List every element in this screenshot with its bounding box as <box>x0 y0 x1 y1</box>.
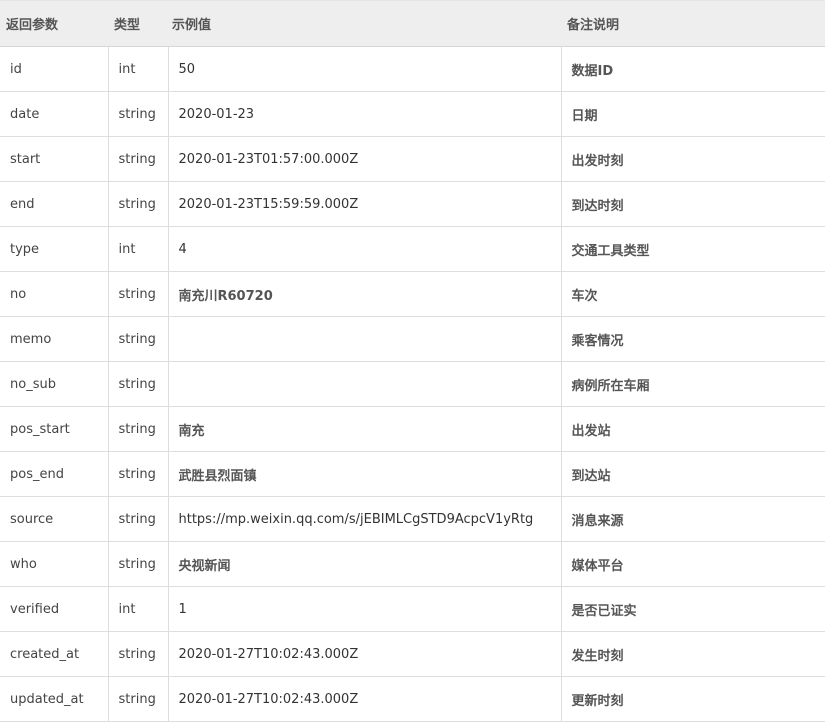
cell-param: no_sub <box>0 361 109 407</box>
cell-note: 车次 <box>560 271 825 317</box>
table-row: pos_start string 南充 出发站 <box>0 406 825 452</box>
table-header: 返回参数 类型 示例值 备注说明 <box>0 0 825 47</box>
cell-param: memo <box>0 316 109 362</box>
cell-type: string <box>107 496 169 542</box>
cell-note: 更新时刻 <box>560 676 825 722</box>
cell-example <box>167 361 562 407</box>
cell-example: 4 <box>167 226 562 272</box>
cell-param: created_at <box>0 631 109 677</box>
table-row: verified int 1 是否已证实 <box>0 586 825 632</box>
cell-param: type <box>0 226 109 272</box>
cell-example: 2020-01-27T10:02:43.000Z <box>167 676 562 722</box>
cell-example: 南充 <box>167 406 562 452</box>
cell-type: int <box>107 46 169 92</box>
cell-type: string <box>107 271 169 317</box>
cell-type: string <box>107 91 169 137</box>
header-row: 返回参数 类型 示例值 备注说明 <box>0 0 825 47</box>
cell-example: 武胜县烈面镇 <box>167 451 562 497</box>
table-row: created_at string 2020-01-27T10:02:43.00… <box>0 631 825 677</box>
cell-note: 日期 <box>560 91 825 137</box>
cell-type: string <box>107 676 169 722</box>
cell-type: string <box>107 181 169 227</box>
cell-param: verified <box>0 586 109 632</box>
table-row: who string 央视新闻 媒体平台 <box>0 541 825 587</box>
table-row: source string https://mp.weixin.qq.com/s… <box>0 496 825 542</box>
cell-note: 数据ID <box>560 46 825 92</box>
table-row: pos_end string 武胜县烈面镇 到达站 <box>0 451 825 497</box>
cell-type: string <box>107 541 169 587</box>
header-note: 备注说明 <box>561 0 825 47</box>
cell-example: 1 <box>167 586 562 632</box>
cell-param: start <box>0 136 109 182</box>
table-row: start string 2020-01-23T01:57:00.000Z 出发… <box>0 136 825 182</box>
cell-note: 是否已证实 <box>560 586 825 632</box>
cell-note: 到达站 <box>560 451 825 497</box>
cell-type: string <box>107 451 169 497</box>
cell-note: 出发站 <box>560 406 825 452</box>
cell-note: 媒体平台 <box>560 541 825 587</box>
cell-example: 2020-01-23T01:57:00.000Z <box>167 136 562 182</box>
cell-type: string <box>107 631 169 677</box>
cell-note: 乘客情况 <box>560 316 825 362</box>
header-type: 类型 <box>108 0 168 47</box>
cell-example: 2020-01-23T15:59:59.000Z <box>167 181 562 227</box>
table-body: id int 50 数据ID date string 2020-01-23 日期… <box>0 46 825 722</box>
table-row: id int 50 数据ID <box>0 46 825 92</box>
cell-note: 消息来源 <box>560 496 825 542</box>
cell-type: int <box>107 586 169 632</box>
cell-param: id <box>0 46 109 92</box>
params-table: 返回参数 类型 示例值 备注说明 id int 50 数据ID date str… <box>0 0 825 722</box>
cell-example: 2020-01-27T10:02:43.000Z <box>167 631 562 677</box>
cell-type: string <box>107 316 169 362</box>
table-row: end string 2020-01-23T15:59:59.000Z 到达时刻 <box>0 181 825 227</box>
cell-param: pos_start <box>0 406 109 452</box>
cell-example: 央视新闻 <box>167 541 562 587</box>
header-param: 返回参数 <box>0 0 108 47</box>
cell-param: who <box>0 541 109 587</box>
table-row: memo string 乘客情况 <box>0 316 825 362</box>
cell-note: 发生时刻 <box>560 631 825 677</box>
cell-param: source <box>0 496 109 542</box>
cell-param: date <box>0 91 109 137</box>
cell-note: 病例所在车厢 <box>560 361 825 407</box>
cell-example: https://mp.weixin.qq.com/s/jEBIMLCgSTD9A… <box>167 496 562 542</box>
cell-type: string <box>107 406 169 452</box>
cell-type: int <box>107 226 169 272</box>
table-row: no string 南充川R60720 车次 <box>0 271 825 317</box>
table-row: updated_at string 2020-01-27T10:02:43.00… <box>0 676 825 722</box>
table-row: date string 2020-01-23 日期 <box>0 91 825 137</box>
cell-example: 2020-01-23 <box>167 91 562 137</box>
cell-note: 到达时刻 <box>560 181 825 227</box>
cell-example <box>167 316 562 362</box>
table-row: no_sub string 病例所在车厢 <box>0 361 825 407</box>
cell-type: string <box>107 136 169 182</box>
cell-note: 交通工具类型 <box>560 226 825 272</box>
cell-example: 南充川R60720 <box>167 271 562 317</box>
cell-param: updated_at <box>0 676 109 722</box>
cell-note: 出发时刻 <box>560 136 825 182</box>
cell-type: string <box>107 361 169 407</box>
cell-example: 50 <box>167 46 562 92</box>
cell-param: pos_end <box>0 451 109 497</box>
header-example: 示例值 <box>168 0 561 47</box>
table-row: type int 4 交通工具类型 <box>0 226 825 272</box>
cell-param: no <box>0 271 109 317</box>
cell-param: end <box>0 181 109 227</box>
